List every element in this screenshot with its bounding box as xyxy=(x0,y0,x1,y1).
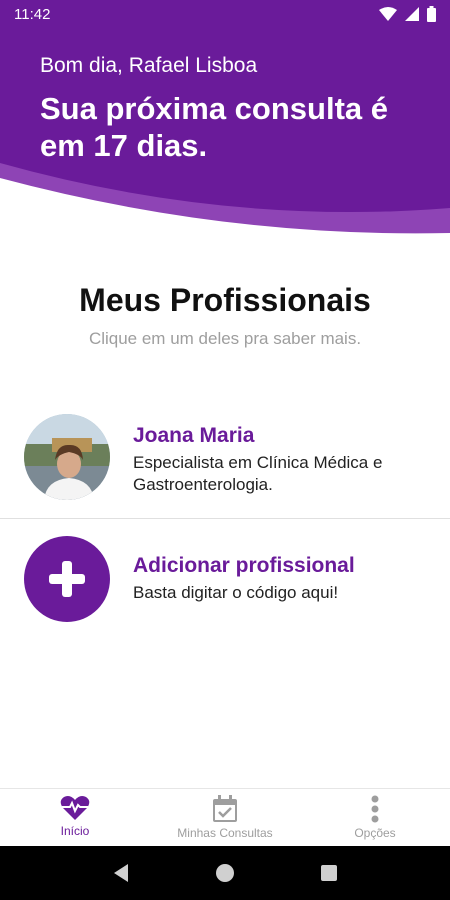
greeting-header: Bom dia, Rafael Lisboa Sua próxima consu… xyxy=(0,28,450,238)
tab-opcoes-label: Opções xyxy=(354,826,396,840)
tab-inicio-label: Início xyxy=(60,824,90,838)
wifi-icon xyxy=(379,7,397,21)
home-icon[interactable] xyxy=(215,863,235,883)
heart-pulse-icon xyxy=(60,796,90,820)
add-professional-text: Basta digitar o código aqui! xyxy=(133,583,339,602)
bottom-navigation: Início Minhas Consultas Opções xyxy=(0,788,450,847)
section-title: Meus Profissionais xyxy=(79,282,371,318)
cell-signal-icon xyxy=(405,7,419,21)
list-divider xyxy=(0,518,450,519)
add-circle-button xyxy=(24,536,110,622)
more-vertical-icon xyxy=(371,795,379,823)
tab-inicio[interactable]: Início xyxy=(0,789,150,847)
next-appointment-text: Sua próxima consulta é em 17 dias. xyxy=(40,91,388,163)
system-navigation-bar xyxy=(0,846,450,900)
add-professional-title: Adicionar profissional xyxy=(133,554,355,577)
status-bar: 11:42 xyxy=(0,0,450,28)
plus-icon xyxy=(49,561,85,597)
professional-name: Joana Maria xyxy=(133,424,255,447)
tab-minhas-consultas-label: Minhas Consultas xyxy=(177,826,273,840)
calendar-check-icon xyxy=(213,795,237,822)
status-icons xyxy=(379,6,436,22)
tab-minhas-consultas[interactable]: Minhas Consultas xyxy=(150,789,300,847)
battery-icon xyxy=(427,6,436,22)
status-time: 11:42 xyxy=(14,5,51,23)
professional-specialty: Especialista em Clínica Médica e Gastroe… xyxy=(133,453,383,494)
add-professional-button[interactable]: Adicionar profissional Basta digitar o c… xyxy=(0,530,450,630)
recents-icon[interactable] xyxy=(320,864,338,882)
professional-avatar xyxy=(24,414,110,500)
section-subtitle: Clique em um deles pra saber mais. xyxy=(88,329,362,348)
back-icon[interactable] xyxy=(112,863,130,883)
tab-opcoes[interactable]: Opções xyxy=(300,789,450,847)
professional-list-item[interactable]: Joana Maria Especialista em Clínica Médi… xyxy=(0,408,450,508)
greeting-text: Bom dia, Rafael Lisboa xyxy=(40,54,258,77)
